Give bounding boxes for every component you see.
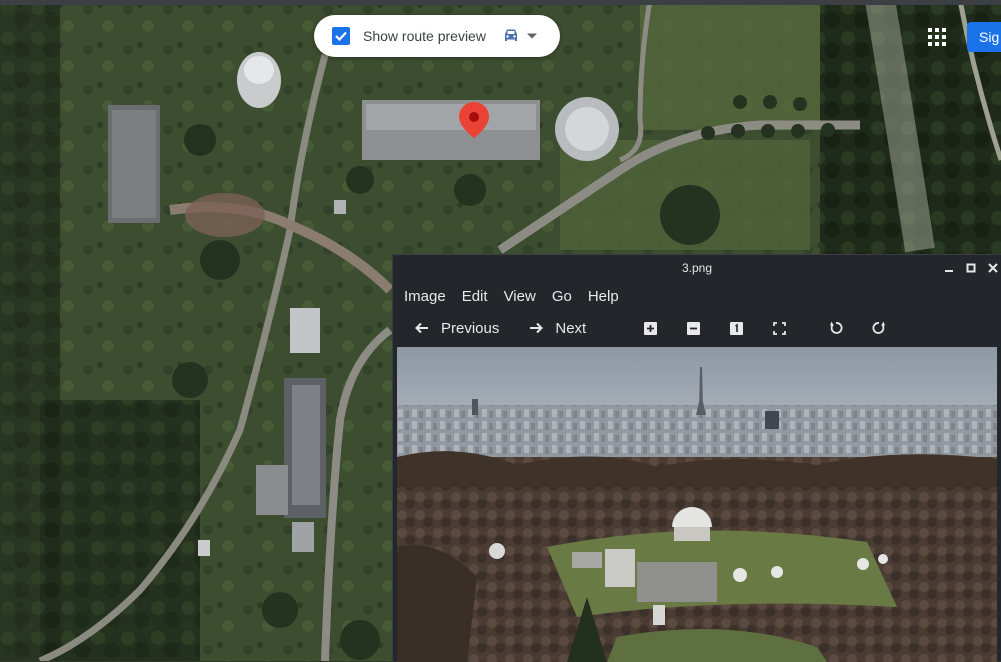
rotate-right-icon[interactable] <box>871 320 887 336</box>
browser-top-edge <box>0 0 1001 5</box>
car-icon[interactable] <box>502 28 520 44</box>
menu-image[interactable]: Image <box>404 288 446 305</box>
route-preview-toggle[interactable]: Show route preview <box>314 15 560 57</box>
actual-size-icon[interactable] <box>728 320 744 336</box>
caret-down-icon[interactable] <box>526 32 538 40</box>
window-title: 3.png <box>681 261 713 275</box>
menu-view[interactable]: View <box>504 288 536 305</box>
close-icon[interactable] <box>987 262 999 274</box>
signin-button[interactable]: Sig <box>967 22 1001 52</box>
menu-edit[interactable]: Edit <box>462 288 488 305</box>
minimize-icon[interactable] <box>943 262 955 274</box>
next-label: Next <box>555 319 587 337</box>
window-controls <box>943 255 1001 281</box>
rotate-left-icon[interactable] <box>828 320 844 336</box>
previous-label: Previous <box>441 319 500 337</box>
checkbox-checked-icon[interactable] <box>332 27 350 45</box>
next-button[interactable]: Next <box>529 320 586 337</box>
previous-button[interactable]: Previous <box>415 320 499 337</box>
apps-grid-icon[interactable] <box>928 28 946 46</box>
arrow-right-icon <box>530 322 544 334</box>
image-viewer-window[interactable]: 3.png Image Edit View Go Help Previous N… <box>392 254 1001 662</box>
zoom-in-icon[interactable] <box>642 320 658 336</box>
displayed-image[interactable] <box>397 347 997 662</box>
menu-help[interactable]: Help <box>588 288 619 305</box>
zoom-out-icon[interactable] <box>685 320 701 336</box>
menu-go[interactable]: Go <box>552 288 572 305</box>
menu-bar: Image Edit View Go Help <box>393 281 1001 311</box>
maximize-icon[interactable] <box>965 262 977 274</box>
route-preview-label: Show route preview <box>363 28 486 44</box>
viewer-toolbar: Previous Next <box>393 311 1001 345</box>
arrow-left-icon <box>415 322 428 334</box>
window-titlebar[interactable]: 3.png <box>393 255 1001 281</box>
fullscreen-icon[interactable] <box>771 320 787 336</box>
cityscape-photo <box>397 347 997 662</box>
